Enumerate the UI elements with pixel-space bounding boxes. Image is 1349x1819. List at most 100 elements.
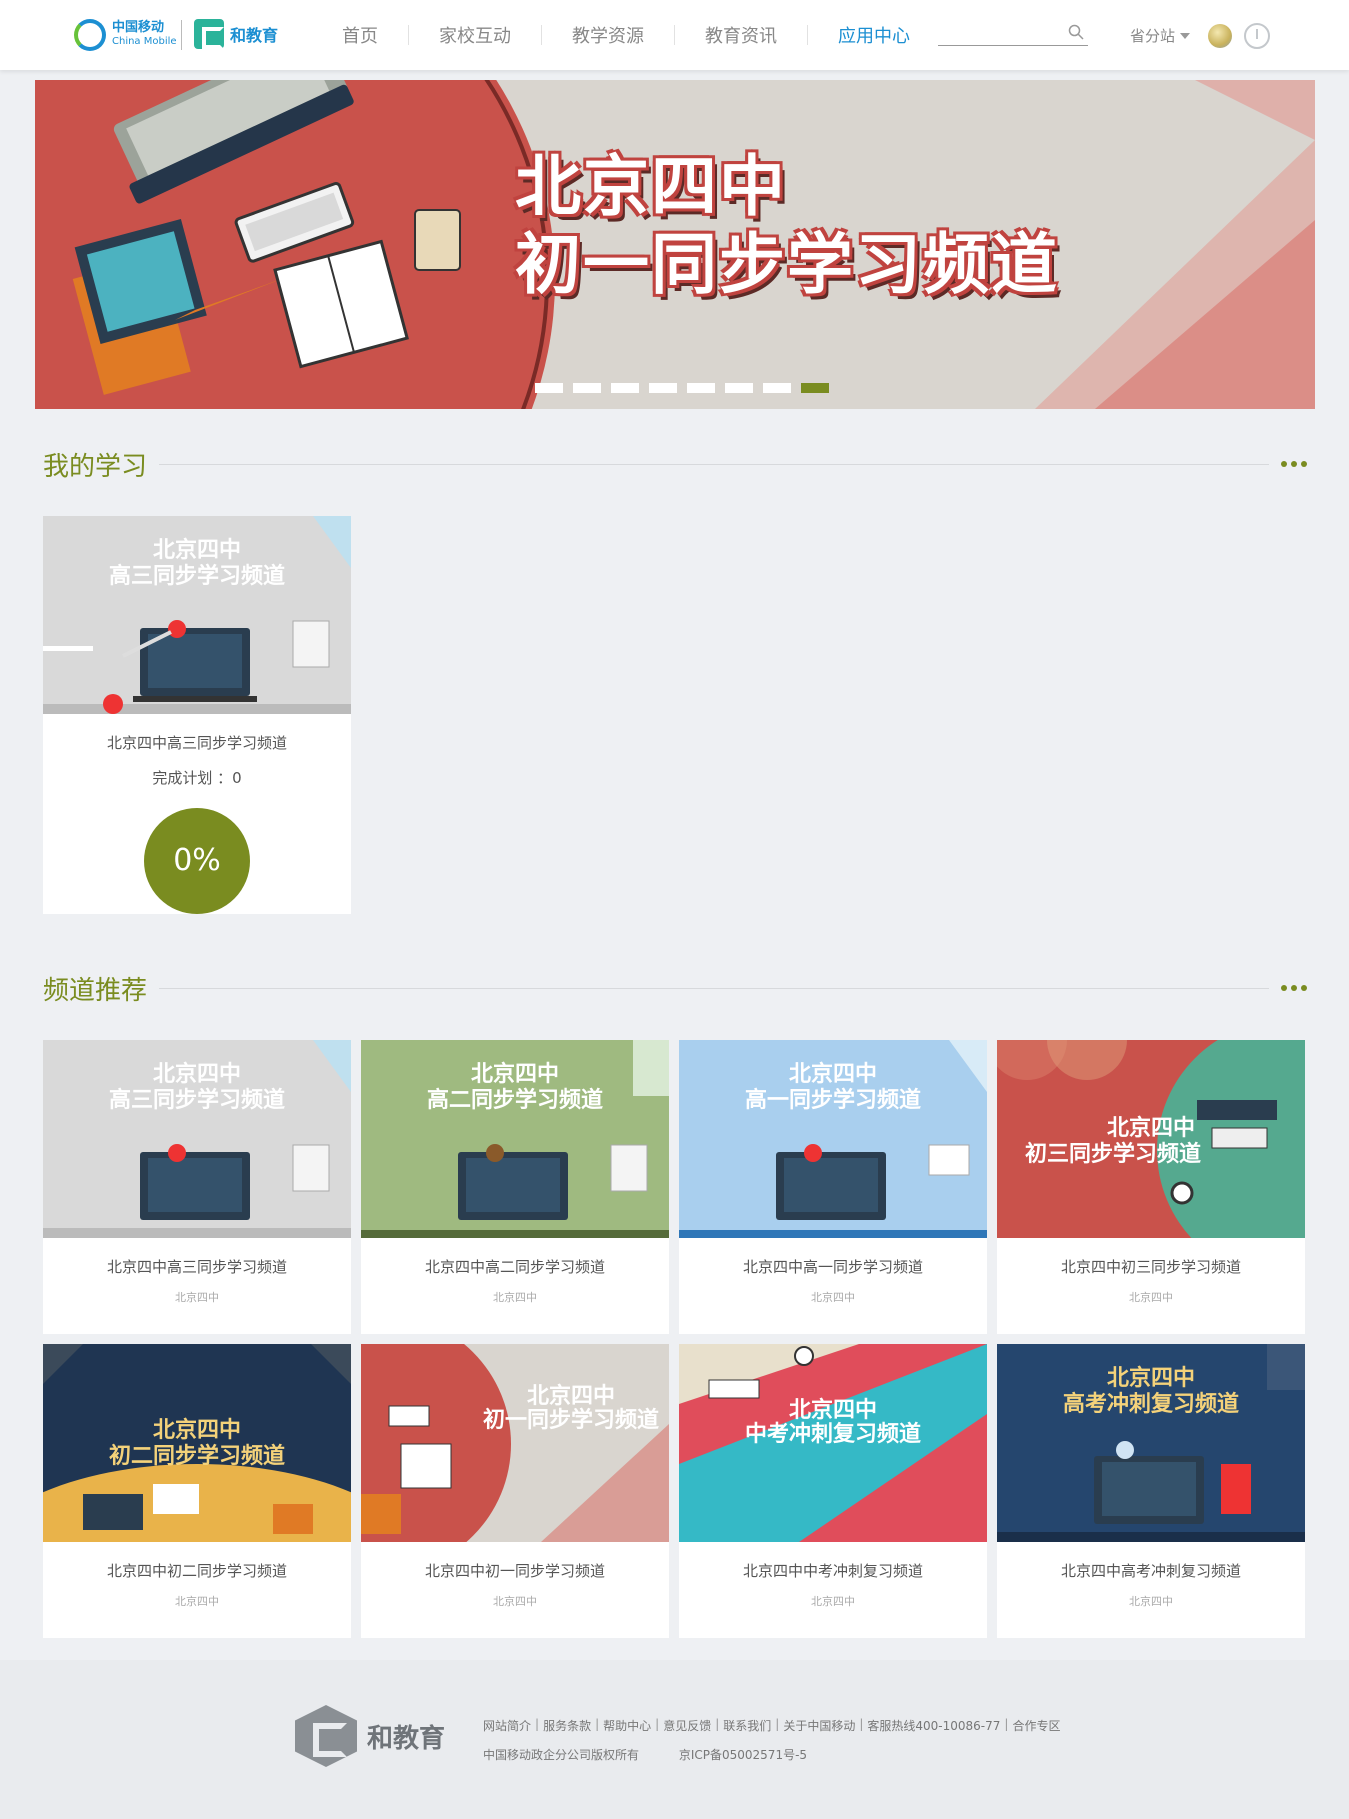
banner-dot-active[interactable]: [801, 383, 829, 393]
footer-link[interactable]: 合作专区: [1012, 1717, 1060, 1734]
learning-card[interactable]: 北京四中 高三同步学习频道 北京四中高三同步学习频道 完成计划 ：0 0%: [43, 516, 351, 914]
he-education-logo[interactable]: 和教育: [194, 19, 278, 49]
thumb-title-line1: 北京四中: [1106, 1366, 1195, 1391]
footer-logo-text: 和教育: [367, 1723, 446, 1754]
card-thumbnail: 北京四中 初二同步学习频道: [43, 1344, 351, 1542]
nav-app-center[interactable]: 应用中心: [808, 22, 940, 48]
card-thumbnail: 北京四中 高一同步学习频道: [679, 1040, 987, 1238]
card-thumbnail: 北京四中 中考冲刺复习频道: [679, 1344, 987, 1542]
footer-logo[interactable]: 和教育: [295, 1705, 445, 1767]
power-icon[interactable]: [1244, 23, 1270, 49]
card-school: 北京四中: [493, 1595, 537, 1608]
china-mobile-logo-en: China Mobile: [112, 36, 177, 47]
section-my-learning: 我的学习: [43, 446, 1307, 482]
nav-home[interactable]: 首页: [312, 22, 408, 48]
thumb-title-line2: 初一同步学习频道: [482, 1408, 659, 1433]
card-thumbnail: 北京四中 初三同步学习频道: [997, 1040, 1305, 1238]
card-thumbnail: 北京四中 高考冲刺复习频道: [997, 1344, 1305, 1542]
footer-link[interactable]: 网站简介: [483, 1717, 531, 1734]
footer-link[interactable]: 服务条款: [543, 1717, 591, 1734]
card-title: 北京四中初一同步学习频道: [424, 1562, 605, 1580]
banner-title-line1: 北京四中: [515, 148, 787, 225]
nav-education-news[interactable]: 教育资讯: [675, 22, 807, 48]
footer-link[interactable]: 客服热线400-10086-77: [867, 1717, 1000, 1734]
footer-link[interactable]: 联系我们: [723, 1717, 771, 1734]
search-box: [938, 22, 1088, 46]
more-icon[interactable]: [1281, 985, 1307, 991]
banner-dot[interactable]: [535, 383, 563, 393]
card-title: 北京四中高三同步学习频道: [106, 1258, 287, 1276]
thumb-title-line2: 中考冲刺复习频道: [744, 1422, 921, 1447]
channel-card[interactable]: 北京四中 初三同步学习频道 北京四中初三同步学习频道 北京四中: [997, 1040, 1305, 1334]
caret-down-icon: [1180, 32, 1191, 39]
banner-dot[interactable]: [763, 383, 791, 393]
card-title: 北京四中高一同步学习频道: [742, 1258, 923, 1276]
card-thumbnail: 北京四中 高三同步学习频道: [43, 1040, 351, 1238]
thumb-title-line1: 北京四中: [470, 1062, 559, 1087]
footer-link[interactable]: 帮助中心: [603, 1717, 651, 1734]
thumb-title-line2: 高考冲刺复习频道: [1062, 1392, 1239, 1417]
plan-label: 完成计划 ：0: [152, 769, 242, 787]
footer-copyright: 中国移动政企分公司版权所有 京ICP备05002571号-5: [483, 1746, 807, 1763]
card-school: 北京四中: [1129, 1291, 1173, 1304]
channel-card[interactable]: 北京四中 初二同步学习频道 北京四中初二同步学习频道 北京四中: [43, 1344, 351, 1638]
channel-card[interactable]: 北京四中 高二同步学习频道 北京四中高二同步学习频道 北京四中: [361, 1040, 669, 1334]
section-divider: [159, 987, 1269, 989]
banner-pagination: [535, 383, 829, 393]
card-school: 北京四中: [175, 1291, 219, 1304]
province-selector[interactable]: 省分站: [1130, 25, 1191, 46]
user-avatar[interactable]: [1208, 24, 1232, 48]
banner-dot[interactable]: [611, 383, 639, 393]
more-icon[interactable]: [1281, 461, 1307, 467]
nav-teaching-resources[interactable]: 教学资源: [542, 22, 674, 48]
hero-banner[interactable]: 北京四中 初一同步学习频道: [35, 80, 1315, 409]
card-title: 北京四中高三同步学习频道: [106, 734, 287, 752]
channel-card[interactable]: 北京四中 初一同步学习频道 北京四中初一同步学习频道 北京四中: [361, 1344, 669, 1638]
thumb-title-line2: 初三同步学习频道: [1024, 1142, 1201, 1167]
card-title: 北京四中初三同步学习频道: [1060, 1258, 1241, 1276]
search-icon[interactable]: [1068, 24, 1084, 40]
banner-title-line2: 初一同步学习频道: [515, 226, 1059, 303]
thumb-title-line1: 北京四中: [526, 1384, 615, 1409]
section-divider: [159, 463, 1269, 465]
banner-dot[interactable]: [725, 383, 753, 393]
card-title: 北京四中高考冲刺复习频道: [1060, 1562, 1241, 1580]
channel-card[interactable]: 北京四中 高三同步学习频道 北京四中高三同步学习频道 北京四中: [43, 1040, 351, 1334]
channel-card[interactable]: 北京四中 高一同步学习频道 北京四中高一同步学习频道 北京四中: [679, 1040, 987, 1334]
card-thumbnail: 北京四中 初一同步学习频道: [361, 1344, 669, 1542]
thumb-title-line1: 北京四中: [788, 1398, 877, 1423]
china-mobile-logo[interactable]: 中国移动 China Mobile: [74, 19, 177, 51]
card-title: 北京四中高二同步学习频道: [424, 1258, 605, 1276]
thumb-title-line2: 初二同步学习频道: [108, 1444, 285, 1469]
logo-divider: [181, 20, 182, 50]
progress-circle: 0%: [144, 808, 250, 914]
banner-dot[interactable]: [649, 383, 677, 393]
banner-dot[interactable]: [687, 383, 715, 393]
banner-title: 北京四中 初一同步学习频道: [515, 148, 1059, 304]
thumb-title-line1: 北京四中: [152, 538, 241, 563]
search-input[interactable]: [938, 22, 1058, 45]
card-title: 北京四中中考冲刺复习频道: [742, 1562, 923, 1580]
card-school: 北京四中: [175, 1595, 219, 1608]
channel-card[interactable]: 北京四中 中考冲刺复习频道 北京四中中考冲刺复习频道 北京四中: [679, 1344, 987, 1638]
china-mobile-logo-icon: [74, 19, 106, 51]
thumb-title-line2: 高三同步学习频道: [108, 1088, 285, 1113]
main-nav: 首页 家校互动 教学资源 教育资讯 应用中心: [312, 0, 940, 70]
icp-text[interactable]: 京ICP备05002571号-5: [679, 1748, 807, 1762]
china-mobile-logo-cn: 中国移动: [112, 20, 165, 35]
province-label: 省分站: [1130, 27, 1176, 45]
he-education-footer-icon: [295, 1705, 357, 1767]
he-education-logo-text: 和教育: [230, 26, 279, 45]
thumb-title-line2: 高一同步学习频道: [744, 1088, 921, 1113]
thumb-title-line2: 高二同步学习频道: [426, 1088, 603, 1113]
card-thumbnail: 北京四中 高三同步学习频道: [43, 516, 351, 714]
card-thumbnail: 北京四中 高二同步学习频道: [361, 1040, 669, 1238]
thumb-title-line2: 高三同步学习频道: [108, 564, 285, 589]
section-recommend: 频道推荐: [43, 970, 1307, 1006]
nav-home-school[interactable]: 家校互动: [409, 22, 541, 48]
footer-link[interactable]: 意见反馈: [663, 1717, 711, 1734]
banner-dot[interactable]: [573, 383, 601, 393]
footer-link[interactable]: 关于中国移动: [783, 1717, 855, 1734]
he-education-logo-icon: [194, 19, 224, 49]
channel-card[interactable]: 北京四中 高考冲刺复习频道 北京四中高考冲刺复习频道 北京四中: [997, 1344, 1305, 1638]
